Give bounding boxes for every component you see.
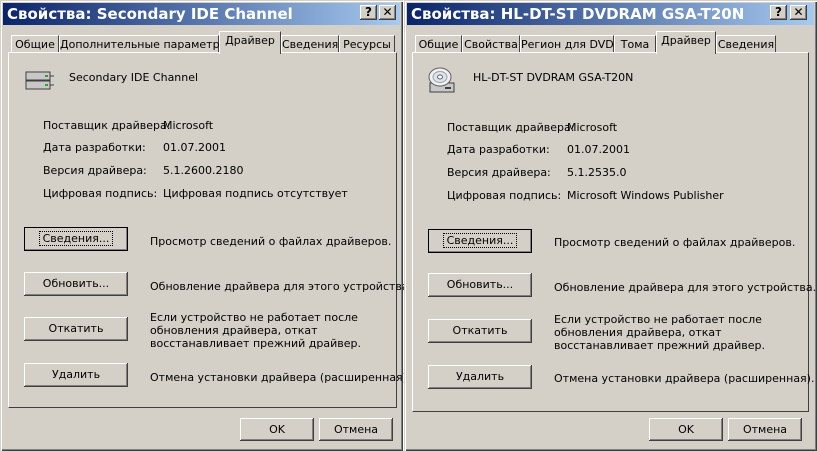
help-button[interactable]: ? xyxy=(770,5,787,20)
uninstall-description: Отмена установки драйвера (расширенная). xyxy=(150,371,411,384)
details-description: Просмотр сведений о файлах драйверов. xyxy=(554,236,796,249)
signature-value: Цифровая подпись отсутствует xyxy=(163,187,348,200)
close-button[interactable]: ✕ xyxy=(379,5,396,20)
provider-value: Microsoft xyxy=(163,119,214,132)
date-value: 01.07.2001 xyxy=(163,141,226,154)
driver-tab-panel: Secondary IDE Channel Поставщик драйвера… xyxy=(8,52,412,408)
rollback-driver-button[interactable]: Откатить xyxy=(428,319,532,343)
cancel-button[interactable]: Отмена xyxy=(319,418,393,441)
tab-general[interactable]: Общие xyxy=(415,35,462,53)
device-name: Secondary IDE Channel xyxy=(69,71,199,84)
signature-value: Microsoft Windows Publisher xyxy=(567,189,724,202)
signature-label: Цифровая подпись: xyxy=(447,189,562,202)
ide-controller-icon xyxy=(25,71,54,90)
dvd-drive-icon xyxy=(428,67,455,93)
tab-driver[interactable]: Драйвер xyxy=(656,31,716,54)
signature-label: Цифровая подпись: xyxy=(43,187,158,200)
rollback-description-line-1: Если устройство не работает после xyxy=(554,313,762,326)
update-driver-button[interactable]: Обновить... xyxy=(24,272,128,296)
cancel-button[interactable]: Отмена xyxy=(728,418,802,441)
close-button[interactable]: ✕ xyxy=(790,5,807,20)
details-description: Просмотр сведений о файлах драйверов. xyxy=(150,235,392,248)
uninstall-driver-button[interactable]: Удалить xyxy=(428,365,532,389)
update-description: Обновление драйвера для этого устройства… xyxy=(150,280,413,293)
rollback-description-line-3: восстанавливает прежний драйвер. xyxy=(150,337,361,350)
uninstall-description: Отмена установки драйвера (расширенная). xyxy=(554,372,815,385)
ok-button[interactable]: OK xyxy=(649,418,723,441)
tab-general[interactable]: Общие xyxy=(11,35,59,53)
date-value: 01.07.2001 xyxy=(567,143,630,156)
tab-properties[interactable]: Свойства xyxy=(462,35,520,53)
rollback-description-line-2: обновления драйвера, откат xyxy=(554,326,722,339)
tab-details[interactable]: Сведения xyxy=(281,35,339,53)
version-label: Версия драйвера: xyxy=(447,166,551,179)
tab-driver[interactable]: Драйвер xyxy=(219,31,281,54)
tab-details[interactable]: Сведения xyxy=(716,35,776,53)
date-label: Дата разработки: xyxy=(447,143,550,156)
driver-details-button[interactable]: Сведения... xyxy=(24,227,128,251)
version-label: Версия драйвера: xyxy=(43,164,147,177)
tab-dvd-region[interactable]: Регион для DVD xyxy=(520,35,614,53)
update-driver-button[interactable]: Обновить... xyxy=(428,273,532,297)
provider-label: Поставщик драйвера: xyxy=(43,119,171,132)
rollback-description-line-1: Если устройство не работает после xyxy=(150,311,358,324)
window-title: Свойства: Secondary IDE Channel xyxy=(3,3,400,25)
ok-button[interactable]: OK xyxy=(240,418,314,441)
driver-tab-panel: HL-DT-ST DVDRAM GSA-T20N Поставщик драйв… xyxy=(412,52,816,412)
version-value: 5.1.2600.2180 xyxy=(163,164,244,177)
device-name: HL-DT-ST DVDRAM GSA-T20N xyxy=(473,71,634,84)
driver-details-button[interactable]: Сведения... xyxy=(428,229,532,253)
provider-label: Поставщик драйвера: xyxy=(447,121,575,134)
rollback-driver-button[interactable]: Откатить xyxy=(24,317,128,341)
tab-advanced[interactable]: Дополнительные параметры xyxy=(59,35,228,53)
uninstall-driver-button[interactable]: Удалить xyxy=(24,363,128,387)
tab-resources[interactable]: Ресурсы xyxy=(339,35,395,53)
window-title: Свойства: HL-DT-ST DVDRAM GSA-T20N xyxy=(407,3,814,25)
properties-dialog-dvd-drive: Свойства: HL-DT-ST DVDRAM GSA-T20N ? ✕ О… xyxy=(404,0,817,451)
help-button[interactable]: ? xyxy=(360,5,377,20)
provider-value: Microsoft xyxy=(567,121,618,134)
rollback-description-line-3: восстанавливает прежний драйвер. xyxy=(554,339,765,352)
update-description: Обновление драйвера для этого устройства… xyxy=(554,281,817,294)
properties-dialog-ide-channel: Свойства: Secondary IDE Channel ? ✕ Общи… xyxy=(0,0,412,451)
version-value: 5.1.2535.0 xyxy=(567,166,627,179)
tab-volumes[interactable]: Тома xyxy=(614,35,656,53)
date-label: Дата разработки: xyxy=(43,141,146,154)
rollback-description-line-2: обновления драйвера, откат xyxy=(150,324,318,337)
